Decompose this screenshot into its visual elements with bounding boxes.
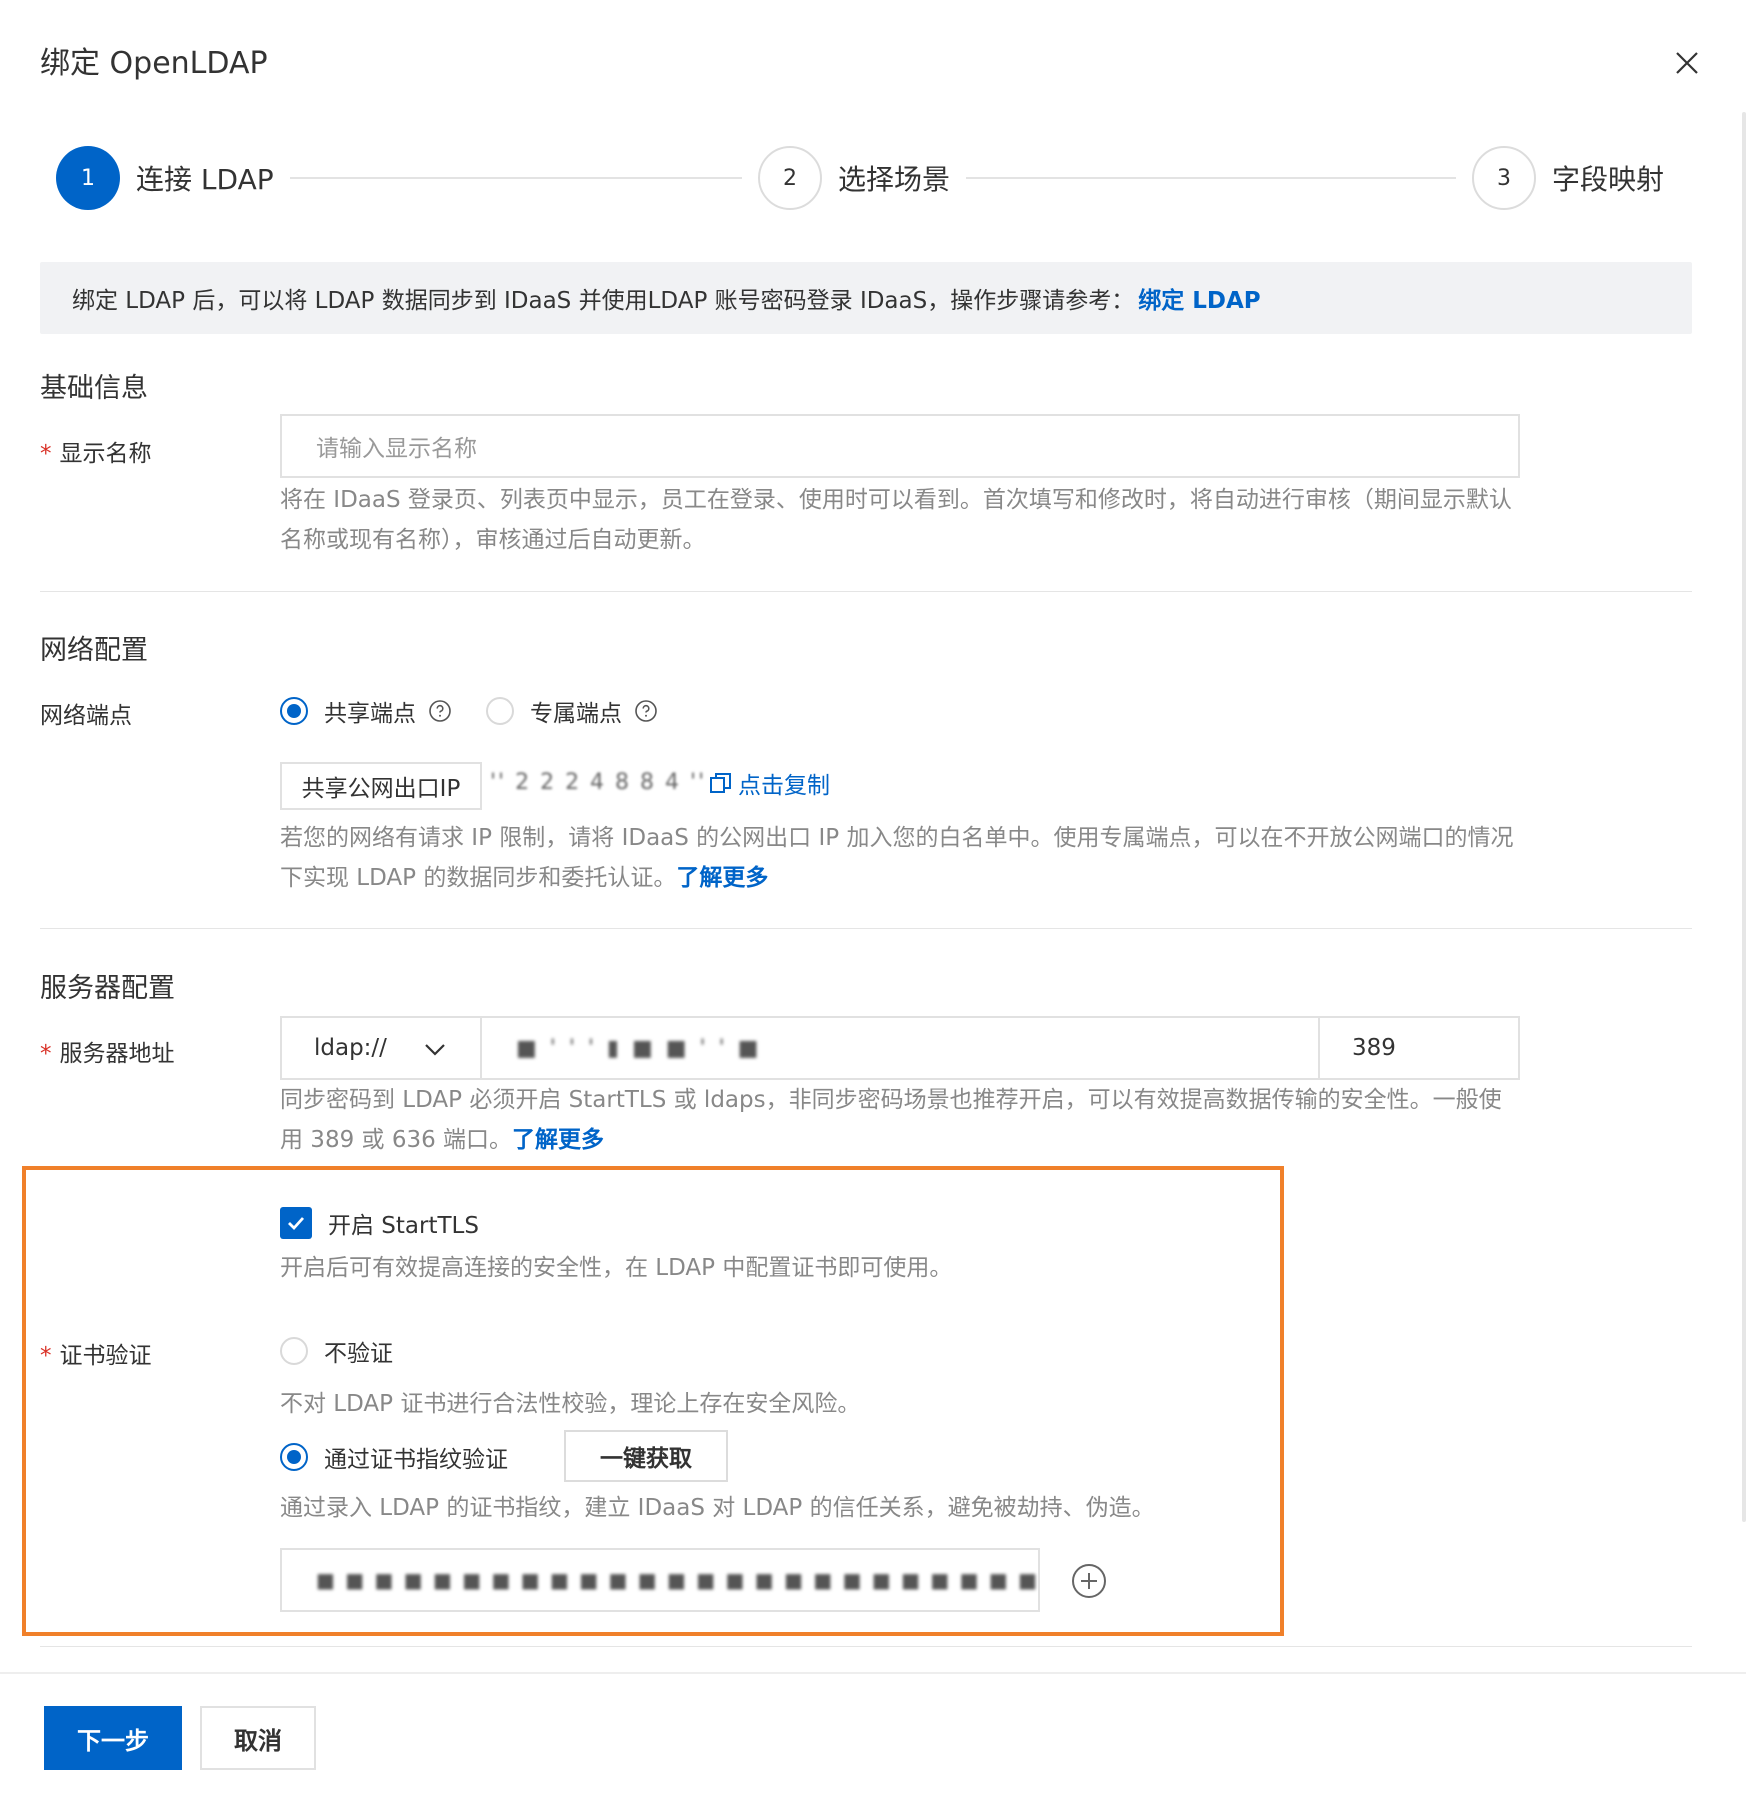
server-help: 同步密码到 LDAP 必须开启 StartTLS 或 ldaps，非同步密码场景…: [280, 1087, 1502, 1153]
section-title-network: 网络配置: [40, 635, 148, 666]
port-input[interactable]: 389: [1320, 1018, 1518, 1078]
divider: [40, 928, 1692, 929]
radio-fingerprint-verify[interactable]: 通过证书指纹验证: [280, 1440, 508, 1474]
step-connector: [290, 177, 742, 179]
radio-no-verify[interactable]: 不验证: [280, 1334, 393, 1368]
radio-dedicated-endpoint[interactable]: 专属端点: [486, 694, 658, 728]
network-help: 若您的网络有请求 IP 限制，请将 IDaaS 的公网出口 IP 加入您的白名单…: [280, 825, 1514, 891]
banner-link[interactable]: 绑定 LDAP: [1138, 281, 1260, 315]
display-name-input[interactable]: 请输入显示名称: [280, 414, 1520, 478]
radio-shared-endpoint[interactable]: 共享端点: [280, 694, 452, 728]
copy-icon: [710, 773, 731, 793]
step-1-number: 1: [56, 146, 120, 210]
step-1-label: 连接 LDAP: [136, 163, 274, 196]
step-2: 2 选择场景: [758, 146, 950, 210]
required-mark: *: [40, 1343, 52, 1369]
chevron-down-icon: [425, 1044, 445, 1056]
learn-more-link[interactable]: 了解更多: [676, 865, 768, 891]
cancel-button[interactable]: 取消: [200, 1706, 316, 1770]
step-2-number: 2: [758, 146, 822, 210]
fingerprint-input[interactable]: ■ ■ ■ ■ ■ ■ ■ ■ ■ ■ ■ ■ ■ ■ ■ ■ ■ ■ ■ ■ …: [280, 1548, 1040, 1612]
cert-verify-label: * 证书验证: [40, 1343, 152, 1369]
help-icon[interactable]: [428, 699, 452, 723]
fingerprint-help: 通过录入 LDAP 的证书指纹，建立 IDaaS 对 LDAP 的信任关系，避免…: [280, 1495, 1155, 1521]
plus-circle-icon[interactable]: [1070, 1562, 1108, 1600]
radio-selected-icon: [280, 697, 308, 725]
radio-unselected-icon: [486, 697, 514, 725]
endpoint-label: 网络端点: [40, 703, 132, 729]
learn-more-link[interactable]: 了解更多: [512, 1127, 604, 1153]
protocol-select[interactable]: ldap://: [282, 1018, 482, 1078]
step-3-number: 3: [1472, 146, 1536, 210]
next-button[interactable]: 下一步: [44, 1706, 182, 1770]
egress-ip-tag: 共享公网出口IP: [280, 762, 482, 810]
dialog-title: 绑定 OpenLDAP: [40, 46, 268, 81]
step-3: 3 字段映射: [1472, 146, 1664, 210]
step-1: 1 连接 LDAP: [56, 146, 274, 210]
banner-text: 绑定 LDAP 后，可以将 LDAP 数据同步到 IDaaS 并使用LDAP 账…: [72, 288, 1135, 314]
required-mark: *: [40, 441, 52, 467]
step-3-label: 字段映射: [1552, 163, 1665, 196]
section-title-server: 服务器配置: [40, 973, 175, 1004]
server-address-label: * 服务器地址: [40, 1041, 175, 1067]
display-name-label: * 显示名称: [40, 441, 152, 467]
step-2-label: 选择场景: [838, 163, 951, 196]
no-verify-help: 不对 LDAP 证书进行合法性校验，理论上存在安全风险。: [280, 1391, 861, 1417]
required-mark: *: [40, 1041, 52, 1067]
info-banner: 绑定 LDAP 后，可以将 LDAP 数据同步到 IDaaS 并使用LDAP 账…: [40, 262, 1692, 334]
radio-selected-icon: [280, 1443, 308, 1471]
section-title-basic: 基础信息: [40, 373, 148, 404]
host-input[interactable]: ■ ' ' ' ▮ ■ ■ ' ' ■: [482, 1018, 1320, 1078]
close-icon[interactable]: [1666, 42, 1708, 84]
egress-ip-value: '' 2 2 2 4 8 8 4 '': [490, 770, 707, 795]
copy-button[interactable]: 点击复制: [708, 766, 830, 800]
fetch-fingerprint-button[interactable]: 一键获取: [564, 1430, 728, 1482]
divider: [40, 591, 1692, 592]
checkbox-checked-icon: [280, 1207, 312, 1239]
scrollbar[interactable]: [1742, 112, 1746, 1522]
server-address-group: ldap:// ■ ' ' ' ▮ ■ ■ ' ' ■ 389: [280, 1016, 1520, 1080]
divider: [40, 1646, 1692, 1647]
footer-divider: [0, 1672, 1746, 1674]
radio-unselected-icon: [280, 1337, 308, 1365]
step-connector: [966, 177, 1456, 179]
starttls-help: 开启后可有效提高连接的安全性，在 LDAP 中配置证书即可使用。: [280, 1255, 953, 1281]
help-icon[interactable]: [634, 699, 658, 723]
starttls-checkbox[interactable]: 开启 StartTLS: [280, 1206, 479, 1240]
display-name-help: 将在 IDaaS 登录页、列表页中显示，员工在登录、使用时可以看到。首次填写和修…: [280, 487, 1512, 553]
